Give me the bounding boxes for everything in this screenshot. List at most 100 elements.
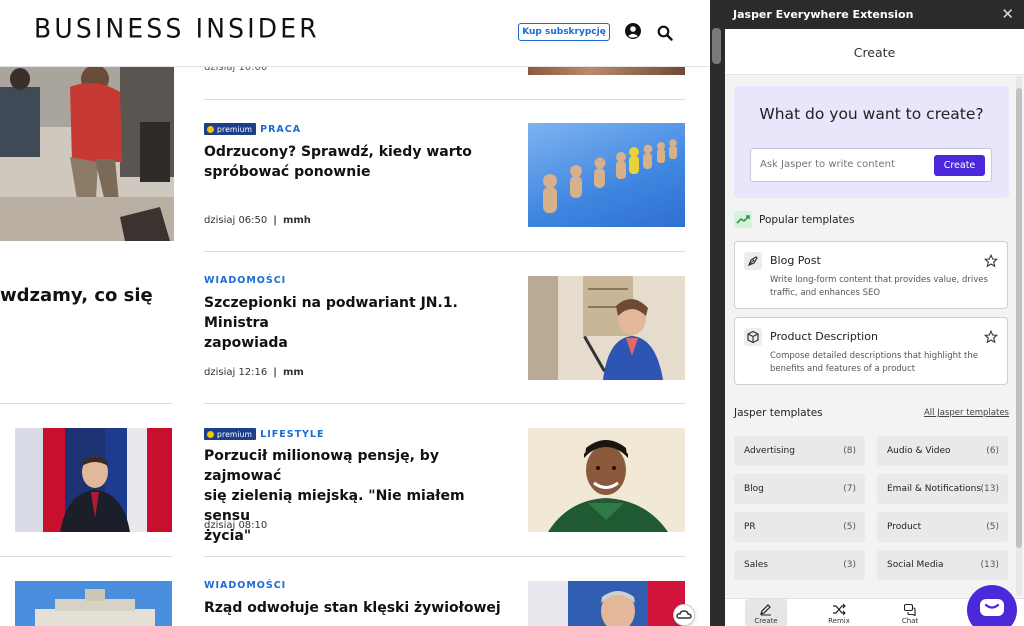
trending-icon bbox=[734, 211, 752, 228]
template-category-sales[interactable]: Sales (3) bbox=[734, 550, 865, 580]
shuffle-icon bbox=[833, 603, 846, 616]
article-time: dzisiaj 06:50 bbox=[204, 215, 268, 226]
cloud-icon bbox=[676, 610, 692, 619]
office-photo bbox=[0, 67, 174, 241]
article-3-category[interactable]: premium LIFESTYLE bbox=[204, 428, 324, 440]
template-category-blog[interactable]: Blog (7) bbox=[734, 474, 865, 504]
article-2-image[interactable] bbox=[528, 276, 685, 380]
site-logo[interactable]: BUSINESS INSIDER bbox=[34, 13, 320, 43]
article-3-headline[interactable]: Porzucił milionową pensję, by zajmować s… bbox=[204, 446, 504, 546]
wooden-figures-photo bbox=[543, 139, 677, 213]
template-count: (5) bbox=[986, 522, 999, 532]
floating-feedback-button[interactable] bbox=[673, 604, 695, 626]
article-3-meta: dzisiaj 08:10 bbox=[204, 520, 267, 531]
nav-create[interactable]: Create bbox=[745, 599, 787, 626]
side-image-building[interactable] bbox=[15, 581, 172, 626]
template-category-audio-video[interactable]: Audio & Video (6) bbox=[877, 436, 1008, 466]
subscribe-button[interactable]: Kup subskrypcję bbox=[518, 23, 610, 41]
category-label: WIADOMOŚCI bbox=[204, 275, 287, 286]
jasper-extension-panel: Jasper Everywhere Extension ✕ Create Wha… bbox=[725, 0, 1024, 626]
headline-line: Szczepionki na podwariant JN.1. Ministra bbox=[204, 295, 458, 331]
pencil-icon bbox=[760, 604, 771, 616]
extension-title: Jasper Everywhere Extension bbox=[733, 8, 914, 21]
premium-dot-icon bbox=[207, 125, 214, 133]
divider bbox=[0, 403, 172, 404]
template-category-email[interactable]: Email & Notifications (13) bbox=[877, 474, 1008, 504]
portrait-illustration bbox=[528, 428, 685, 532]
article-author[interactable]: mm bbox=[283, 367, 304, 378]
article-1-image[interactable] bbox=[528, 123, 685, 227]
card-description: Compose detailed descriptions that highl… bbox=[770, 351, 978, 374]
panel-scrollbar-thumb[interactable] bbox=[1016, 88, 1022, 548]
flags-speaker-photo bbox=[15, 428, 172, 532]
template-count: (8) bbox=[843, 446, 856, 456]
article-author[interactable]: mmh bbox=[283, 215, 311, 226]
search-icon[interactable] bbox=[657, 25, 673, 41]
create-button[interactable]: Create bbox=[934, 155, 985, 176]
extension-titlebar: Jasper Everywhere Extension ✕ bbox=[725, 0, 1024, 29]
jasper-templates-label: Jasper templates bbox=[734, 407, 823, 419]
template-category-advertising[interactable]: Advertising (8) bbox=[734, 436, 865, 466]
template-label: Product bbox=[887, 522, 922, 532]
create-hero: What do you want to create? Create bbox=[734, 86, 1009, 198]
template-label: Advertising bbox=[744, 446, 795, 456]
template-category-social-media[interactable]: Social Media (13) bbox=[877, 550, 1008, 580]
featured-image-office[interactable] bbox=[0, 67, 174, 241]
template-count: (5) bbox=[843, 522, 856, 532]
template-card-product-description[interactable]: Product Description Compose detailed des… bbox=[734, 317, 1008, 385]
template-category-product[interactable]: Product (5) bbox=[877, 512, 1008, 542]
close-icon[interactable]: ✕ bbox=[1001, 0, 1014, 29]
article-2-headline[interactable]: Szczepionki na podwariant JN.1. Ministra… bbox=[204, 293, 504, 353]
card-title: Blog Post bbox=[770, 254, 821, 267]
divider bbox=[204, 251, 685, 252]
page-scrollbar-thumb[interactable] bbox=[712, 28, 721, 64]
ask-jasper-input[interactable] bbox=[760, 159, 930, 170]
article-1-headline[interactable]: Odrzucony? Sprawdź, kiedy warto spróbowa… bbox=[204, 142, 504, 182]
chat-launcher-button[interactable] bbox=[967, 585, 1017, 626]
template-label: Social Media bbox=[887, 560, 944, 570]
article-2-meta: dzisiaj 12:16 | mm bbox=[204, 367, 304, 378]
headline-line: Porzucił milionową pensję, by zajmować bbox=[204, 448, 439, 484]
star-icon[interactable] bbox=[984, 330, 998, 344]
screen: dzisiaj 10:00 wdzamy, co się premium PRA… bbox=[0, 0, 1024, 626]
template-count: (6) bbox=[986, 446, 999, 456]
nav-chat[interactable]: Chat bbox=[889, 599, 931, 626]
category-label: LIFESTYLE bbox=[260, 428, 325, 440]
article-4-image[interactable] bbox=[528, 581, 685, 626]
star-icon[interactable] bbox=[984, 254, 998, 268]
article-2-category[interactable]: WIADOMOŚCI bbox=[204, 275, 286, 286]
template-card-blog-post[interactable]: Blog Post Write long-form content that p… bbox=[734, 241, 1008, 309]
template-category-pr[interactable]: PR (5) bbox=[734, 512, 865, 542]
category-label: WIADOMOŚCI bbox=[204, 580, 287, 591]
article-time: dzisiaj 08:10 bbox=[204, 520, 268, 531]
article-4-headline[interactable]: Rząd odwołuje stan klęski żywiołowej bbox=[204, 598, 504, 618]
business-insider-page: dzisiaj 10:00 wdzamy, co się premium PRA… bbox=[0, 0, 710, 626]
article-4-category[interactable]: WIADOMOŚCI bbox=[204, 580, 286, 591]
meta-separator: | bbox=[273, 215, 277, 226]
side-image-speaker[interactable] bbox=[15, 428, 172, 532]
article-3-image[interactable] bbox=[528, 428, 685, 532]
divider bbox=[204, 403, 685, 404]
card-description: Write long-form content that provides va… bbox=[770, 275, 988, 298]
headline-line: spróbować ponownie bbox=[204, 164, 371, 180]
article-time: dzisiaj 12:16 bbox=[204, 367, 268, 378]
page-scrollbar[interactable] bbox=[710, 0, 725, 626]
all-templates-link[interactable]: All Jasper templates bbox=[924, 408, 1009, 418]
template-count: (13) bbox=[980, 484, 999, 494]
category-label: PRACA bbox=[260, 123, 302, 135]
pen-nib-icon bbox=[744, 252, 762, 270]
create-panel-content: What do you want to create? Create Popul… bbox=[725, 75, 1024, 598]
premium-badge: premium bbox=[204, 123, 257, 135]
hero-title: What do you want to create? bbox=[759, 105, 984, 123]
featured-headline-clipped[interactable]: wdzamy, co się bbox=[0, 285, 153, 306]
article-1-category[interactable]: premium PRACA bbox=[204, 123, 301, 135]
premium-dot-icon bbox=[207, 430, 214, 438]
user-account-icon[interactable] bbox=[625, 23, 641, 39]
nav-remix[interactable]: Remix bbox=[818, 599, 860, 626]
headline-line: Odrzucony? Sprawdź, kiedy warto bbox=[204, 144, 472, 160]
nav-label: Chat bbox=[901, 617, 919, 625]
chat-icon bbox=[903, 603, 916, 616]
minister-photo bbox=[528, 276, 685, 380]
ask-box: Create bbox=[750, 148, 992, 182]
template-label: Email & Notifications bbox=[887, 484, 982, 494]
